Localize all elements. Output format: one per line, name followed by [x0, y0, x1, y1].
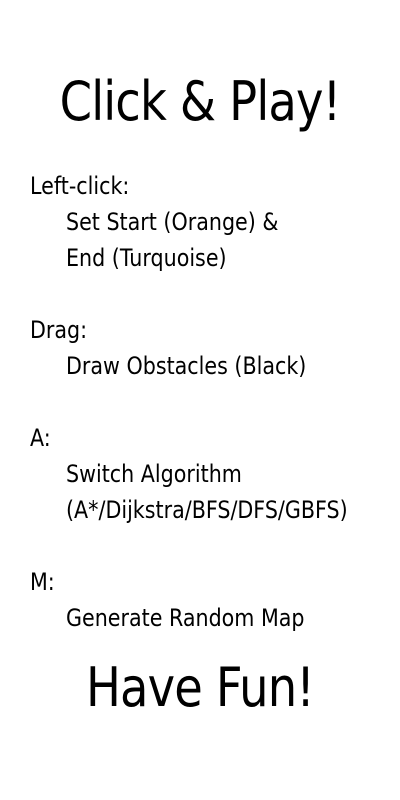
instruction-desc-left-click-line-1: Set Start (Orange) & [66, 208, 279, 236]
footer-message: Have Fun! [85, 656, 315, 719]
instruction-desc-a-line-2: (A*/Dijkstra/BFS/DFS/GBFS) [66, 496, 348, 524]
instruction-desc-left-click-line-2: End (Turquoise) [66, 244, 227, 272]
instruction-desc-a-line-1: Switch Algorithm [66, 460, 242, 488]
instruction-key-m: M: [30, 568, 55, 596]
instruction-key-a: A: [30, 424, 51, 452]
instruction-desc-m-line-1: Generate Random Map [66, 604, 305, 632]
instruction-key-left-click: Left-click: [30, 172, 130, 200]
page-title: Click & Play! [59, 70, 342, 133]
instructions-panel: Click & Play! Left-click: Set Start (Ora… [0, 0, 400, 800]
instruction-key-drag: Drag: [30, 316, 88, 344]
instruction-desc-drag-line-1: Draw Obstacles (Black) [66, 352, 307, 380]
